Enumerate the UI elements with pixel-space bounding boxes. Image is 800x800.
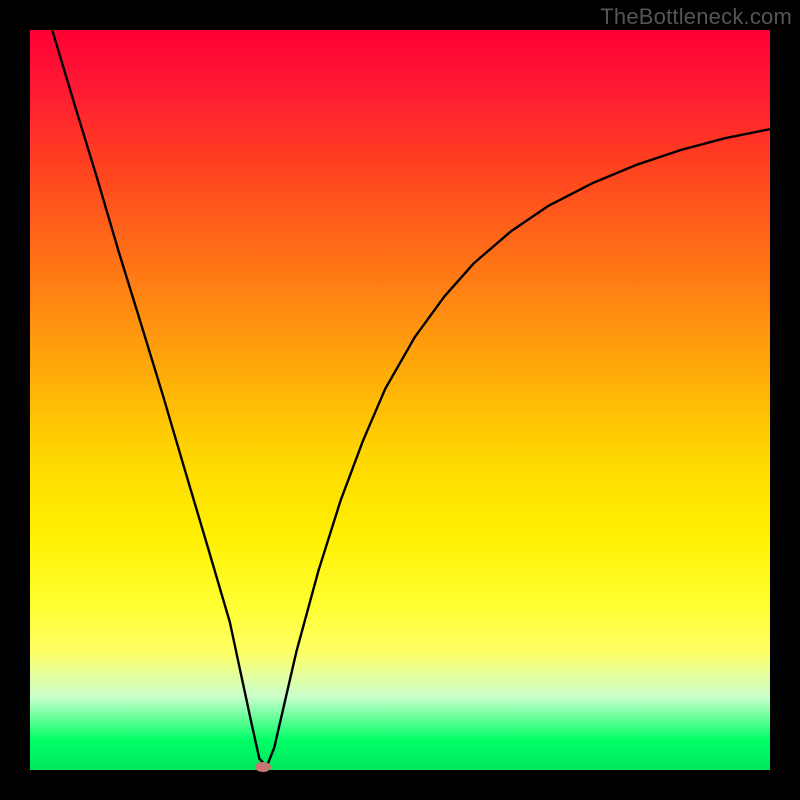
bottleneck-curve — [52, 30, 770, 766]
chart-container: TheBottleneck.com — [0, 0, 800, 800]
curve-svg — [30, 30, 770, 770]
minimum-marker — [255, 762, 271, 772]
watermark-text: TheBottleneck.com — [600, 4, 792, 30]
